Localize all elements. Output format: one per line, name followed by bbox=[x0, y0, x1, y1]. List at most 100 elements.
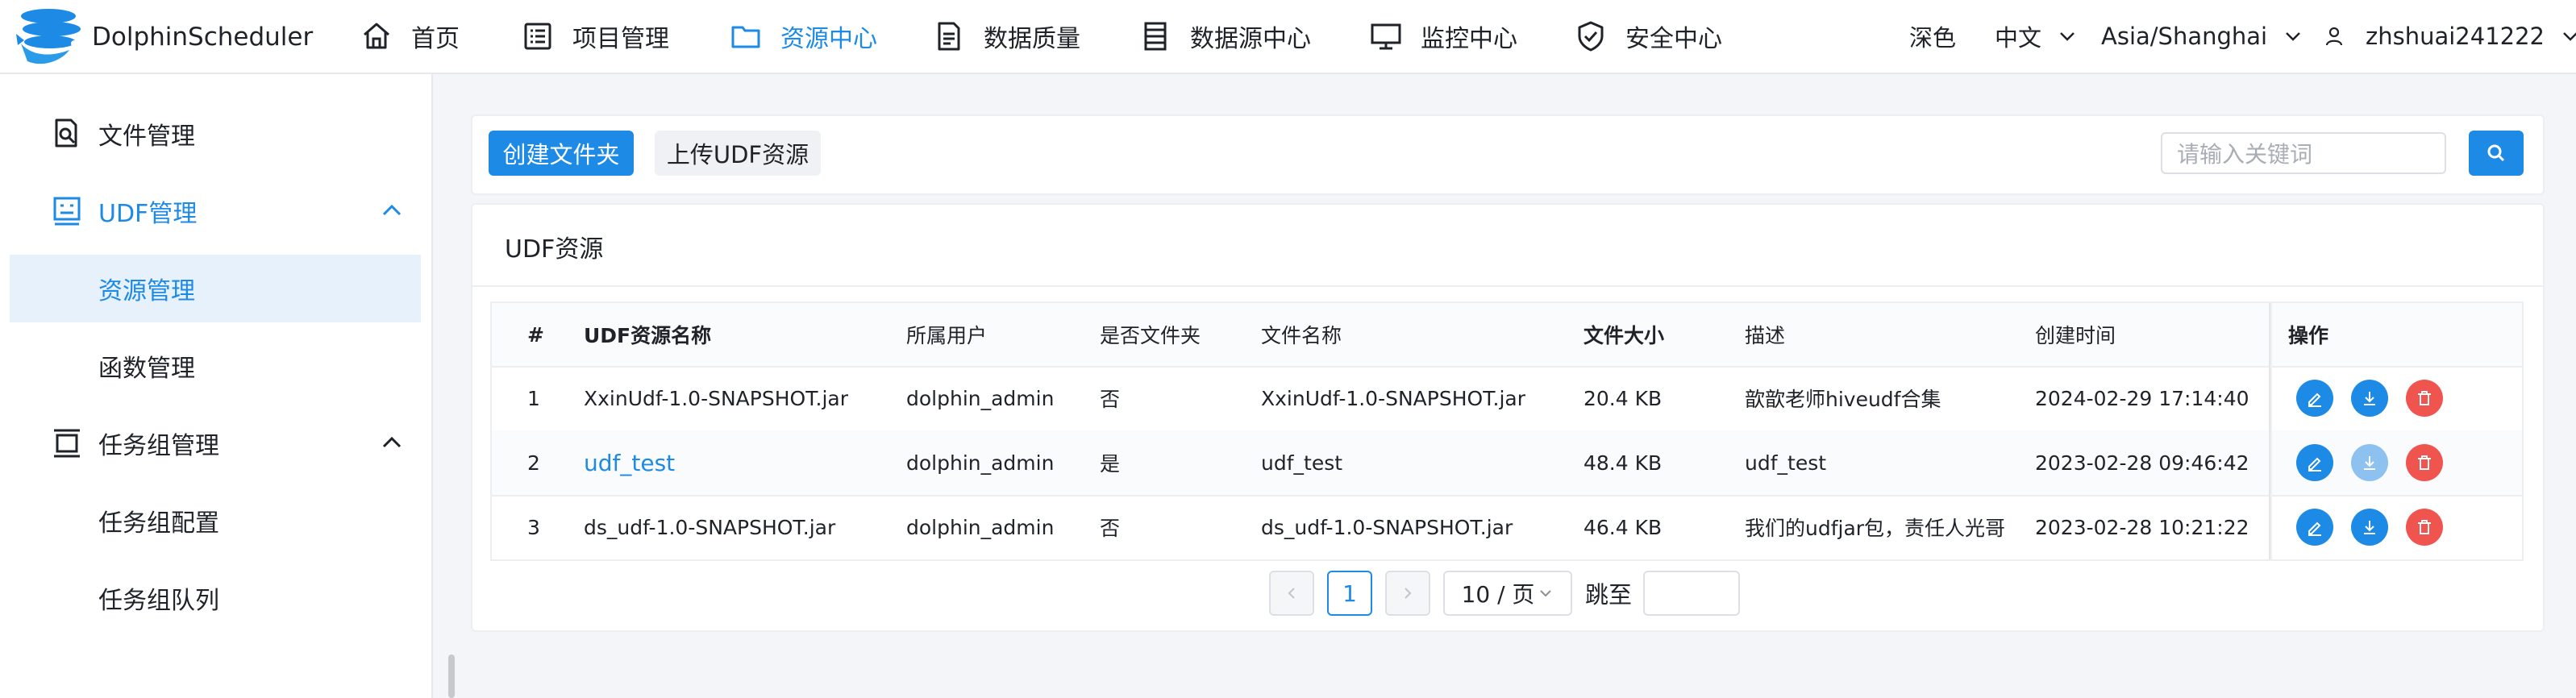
chevron-down-icon bbox=[2286, 32, 2300, 41]
column-header-created: 创建时间 bbox=[2035, 324, 2116, 347]
file-size: 48.4 KB bbox=[1583, 451, 1663, 475]
row-index: 3 bbox=[527, 515, 540, 539]
theme-label: 深色 bbox=[1909, 24, 1957, 52]
nav-label: 数据质量 bbox=[984, 25, 1080, 53]
file-search-icon bbox=[55, 118, 77, 147]
datasource-icon bbox=[1138, 19, 1172, 53]
nav-datasource-center[interactable]: 数据源中心 bbox=[1138, 0, 1311, 73]
create-folder-button[interactable]: 创建文件夹 bbox=[489, 131, 634, 176]
sidebar-item-label: 文件管理 bbox=[98, 123, 195, 151]
sidebar-item-label: 函数管理 bbox=[98, 355, 195, 383]
theme-toggle[interactable]: 深色 bbox=[1909, 0, 1956, 73]
sidebar-item-label: 任务组队列 bbox=[98, 587, 219, 615]
nav-project[interactable]: 项目管理 bbox=[521, 0, 669, 73]
download-button-disabled bbox=[2351, 444, 2388, 481]
nav-security-center[interactable]: 安全中心 bbox=[1574, 0, 1722, 73]
sidebar-item-task-group-queue[interactable]: 任务组队列 bbox=[10, 564, 421, 632]
nav-label: 项目管理 bbox=[572, 25, 669, 53]
language-value: 中文 bbox=[1995, 24, 2042, 52]
language-select[interactable]: 中文 bbox=[1995, 0, 2077, 73]
resource-name-link[interactable]: udf_test bbox=[584, 430, 675, 495]
download-icon bbox=[2364, 392, 2375, 405]
sidebar: 文件管理 UDF管理 资源管理 函数管理 任务组管理 任务组配置 任务组队列 bbox=[0, 74, 433, 698]
username: zhshuai241222 bbox=[2366, 23, 2545, 50]
dolphin-logo-icon bbox=[16, 9, 81, 64]
udf-icon bbox=[53, 197, 81, 226]
nav-label: 安全中心 bbox=[1625, 25, 1722, 53]
chevron-down-icon bbox=[2563, 32, 2576, 41]
created-time: 2023-02-28 10:21:22 bbox=[2035, 515, 2249, 539]
resource-name: XxinUdf-1.0-SNAPSHOT.jar bbox=[584, 386, 849, 410]
nav-label: 资源中心 bbox=[780, 25, 877, 53]
sidebar-item-task-group-config[interactable]: 任务组配置 bbox=[10, 487, 421, 555]
file-name: udf_test bbox=[1261, 451, 1343, 475]
resource-name: ds_udf-1.0-SNAPSHOT.jar bbox=[584, 515, 836, 539]
sidebar-item-file-management[interactable]: 文件管理 bbox=[0, 100, 431, 168]
logo[interactable]: DolphinScheduler bbox=[13, 5, 313, 69]
timezone-select[interactable]: Asia/Shanghai bbox=[2101, 0, 2303, 73]
table-header: # UDF资源名称 所属用户 是否文件夹 文件名称 文件大小 描述 创建时间 操… bbox=[492, 303, 2522, 368]
edit-button[interactable] bbox=[2296, 509, 2333, 546]
edit-icon bbox=[2308, 521, 2321, 536]
page-number-button[interactable]: 1 bbox=[1327, 571, 1372, 616]
divider bbox=[472, 285, 2543, 287]
nav-label: 监控中心 bbox=[1421, 25, 1517, 53]
column-header-size: 文件大小 bbox=[1583, 324, 1665, 347]
user-menu[interactable]: zhshuai241222 bbox=[2324, 0, 2576, 73]
trash-icon bbox=[2418, 520, 2431, 534]
edit-button[interactable] bbox=[2296, 444, 2333, 481]
table-row: 3 ds_udf-1.0-SNAPSHOT.jar dolphin_admin … bbox=[492, 495, 2522, 559]
nav-monitor-center[interactable]: 监控中心 bbox=[1369, 0, 1517, 73]
nav-home[interactable]: 首页 bbox=[360, 0, 460, 73]
download-button[interactable] bbox=[2351, 509, 2388, 546]
delete-button[interactable] bbox=[2406, 509, 2443, 546]
nav-data-quality[interactable]: 数据质量 bbox=[932, 0, 1080, 73]
edit-icon bbox=[2308, 457, 2321, 472]
user-icon bbox=[2325, 27, 2343, 46]
scrollbar-thumb[interactable] bbox=[448, 654, 455, 698]
prev-page-button[interactable] bbox=[1269, 571, 1314, 616]
task-group-icon bbox=[54, 429, 80, 458]
delete-button[interactable] bbox=[2406, 444, 2443, 481]
created-time: 2023-02-28 09:46:42 bbox=[2035, 451, 2249, 475]
description: 歆歆老师hiveudf合集 bbox=[1745, 388, 1941, 411]
next-page-button[interactable] bbox=[1385, 571, 1430, 616]
page-size-select[interactable]: 10 / 页 bbox=[1443, 571, 1572, 616]
nav-resource-center[interactable]: 资源中心 bbox=[729, 0, 877, 73]
sidebar-item-resource-management[interactable]: 资源管理 bbox=[10, 255, 421, 322]
sidebar-item-task-group-management[interactable]: 任务组管理 bbox=[0, 409, 431, 477]
top-navigation-bar: DolphinScheduler 首页 项目管理 资源中心 数据质量 数据源中心 bbox=[0, 0, 2576, 74]
folder-icon bbox=[729, 19, 763, 53]
row-index: 2 bbox=[527, 451, 540, 475]
sidebar-item-udf-management[interactable]: UDF管理 bbox=[0, 177, 431, 245]
edit-button[interactable] bbox=[2296, 380, 2333, 417]
nav-label: 首页 bbox=[411, 25, 460, 53]
file-name: ds_udf-1.0-SNAPSHOT.jar bbox=[1261, 515, 1513, 539]
column-header-index: # bbox=[527, 322, 544, 347]
column-header-user: 所属用户 bbox=[906, 324, 988, 347]
upload-udf-button[interactable]: 上传UDF资源 bbox=[655, 131, 821, 176]
edit-icon bbox=[2308, 393, 2321, 407]
sidebar-item-label: 任务组管理 bbox=[98, 432, 219, 460]
card-title: UDF资源 bbox=[505, 235, 604, 264]
search-input[interactable]: 请输入关键词 bbox=[2161, 132, 2446, 174]
delete-button[interactable] bbox=[2406, 380, 2443, 417]
sidebar-item-function-management[interactable]: 函数管理 bbox=[10, 332, 421, 400]
download-icon bbox=[2364, 521, 2375, 534]
fixed-column-shadow bbox=[2269, 303, 2272, 559]
monitor-icon bbox=[1369, 19, 1403, 53]
jump-to-input[interactable] bbox=[1643, 571, 1740, 616]
download-icon bbox=[2364, 456, 2375, 470]
chevron-up-icon bbox=[382, 436, 402, 448]
is-folder: 否 bbox=[1100, 388, 1121, 411]
table-row: 2 udf_test dolphin_admin 是 udf_test 48.4… bbox=[492, 430, 2522, 496]
download-button[interactable] bbox=[2351, 380, 2388, 417]
search-button[interactable] bbox=[2469, 131, 2524, 176]
sidebar-item-label: 资源管理 bbox=[98, 277, 195, 305]
description: udf_test bbox=[1745, 451, 1827, 475]
chevron-down-icon bbox=[2060, 32, 2075, 41]
data-quality-icon bbox=[932, 19, 966, 53]
file-name: XxinUdf-1.0-SNAPSHOT.jar bbox=[1261, 386, 1526, 410]
column-header-is-folder: 是否文件夹 bbox=[1100, 324, 1201, 347]
owner-user: dolphin_admin bbox=[906, 386, 1055, 410]
